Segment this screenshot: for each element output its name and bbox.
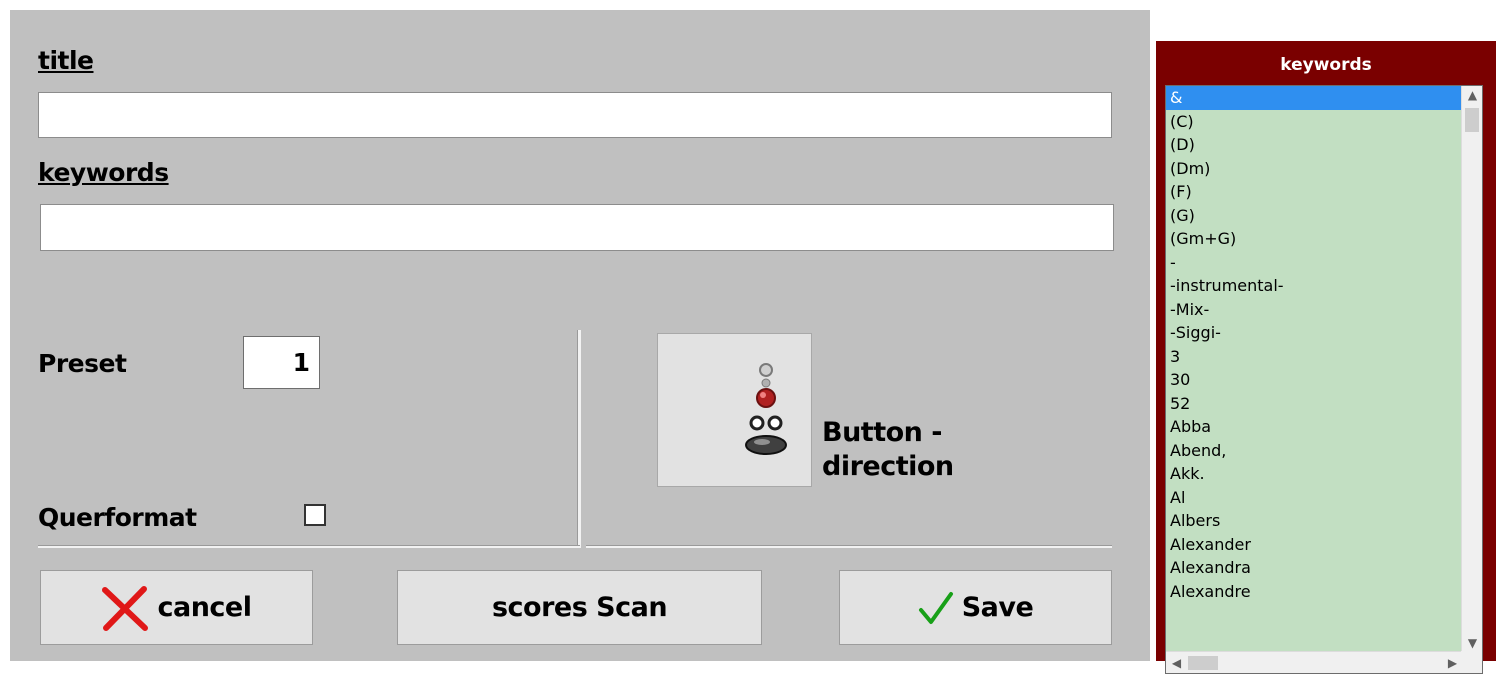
save-label: Save <box>961 592 1034 623</box>
scores-scan-button[interactable]: scores Scan <box>397 570 762 645</box>
button-direction-icon <box>745 363 787 455</box>
keyword-list-item[interactable]: -instrumental- <box>1166 274 1482 298</box>
direction-label-line2: direction <box>822 451 954 482</box>
save-button[interactable]: Save <box>839 570 1112 645</box>
keyword-list-item[interactable]: Akk. <box>1166 462 1482 486</box>
keyword-list-item[interactable]: (G) <box>1166 204 1482 228</box>
keyword-list-item[interactable]: Al <box>1166 486 1482 510</box>
preset-label: Preset <box>38 349 127 378</box>
keyword-list-item[interactable]: (Gm+G) <box>1166 227 1482 251</box>
horizontal-scroll-thumb[interactable] <box>1188 656 1218 670</box>
keywords-input[interactable] <box>40 204 1114 251</box>
scroll-up-icon[interactable]: ▲ <box>1462 88 1482 102</box>
keyword-list-item[interactable]: (C) <box>1166 110 1482 134</box>
keyword-list-item[interactable]: 30 <box>1166 368 1482 392</box>
keyword-list-item[interactable]: -Siggi- <box>1166 321 1482 345</box>
keyword-list-item[interactable]: Alexander <box>1166 533 1482 557</box>
keyword-list-item[interactable]: & <box>1166 86 1482 110</box>
direction-label: Button - direction <box>822 416 954 484</box>
keyword-list-item[interactable]: Abend, <box>1166 439 1482 463</box>
x-icon <box>102 585 149 631</box>
scroll-left-icon[interactable]: ◀ <box>1166 656 1187 670</box>
keyword-list-item[interactable]: 52 <box>1166 392 1482 416</box>
title-label: title <box>38 46 94 75</box>
checkmark-icon <box>918 591 953 624</box>
keyword-list-item[interactable]: 3 <box>1166 345 1482 369</box>
scroll-down-icon[interactable]: ▼ <box>1462 636 1482 650</box>
keywords-panel-title: keywords <box>1280 55 1372 75</box>
horizontal-divider-right <box>586 545 1112 548</box>
scroll-right-icon[interactable]: ▶ <box>1442 656 1463 670</box>
keyword-list-item[interactable]: (Dm) <box>1166 157 1482 181</box>
querformat-checkbox[interactable] <box>304 504 326 526</box>
keyword-list-item[interactable]: Albers <box>1166 509 1482 533</box>
keyword-list-item[interactable]: -Mix- <box>1166 298 1482 322</box>
keyword-list-item[interactable]: Alexandre <box>1166 580 1482 604</box>
keyword-list-item[interactable]: - <box>1166 251 1482 275</box>
keyword-list-item[interactable]: (D) <box>1166 133 1482 157</box>
direction-label-line1: Button - <box>822 417 942 448</box>
keywords-items: & (C) (D) (Dm) (F) (G) (Gm+G) - -instrumental- -M… <box>1166 86 1482 603</box>
keywords-label: keywords <box>38 158 169 187</box>
keyword-list-item[interactable]: (F) <box>1166 180 1482 204</box>
vertical-divider <box>577 330 581 548</box>
button-direction-button[interactable] <box>657 333 812 487</box>
horizontal-divider-left <box>38 545 580 548</box>
vertical-scroll-thumb[interactable] <box>1465 108 1479 132</box>
title-input[interactable] <box>38 92 1112 138</box>
preset-input[interactable]: 1 <box>243 336 320 389</box>
scores-scan-label: scores Scan <box>491 592 668 623</box>
vertical-scrollbar[interactable]: ▲ ▼ <box>1461 86 1482 652</box>
keyword-list-item[interactable]: Alexandra <box>1166 556 1482 580</box>
horizontal-scrollbar[interactable]: ◀ ▶ <box>1166 651 1463 673</box>
keywords-panel: keywords & (C) (D) (Dm) (F) (G) (Gm+G) - -instru… <box>1156 41 1496 674</box>
cancel-button[interactable]: cancel <box>40 570 313 645</box>
cancel-label: cancel <box>157 592 252 623</box>
scrollbar-corner <box>1461 651 1482 673</box>
querformat-label: Querformat <box>38 503 197 532</box>
keyword-list-item[interactable]: Abba <box>1166 415 1482 439</box>
keywords-list[interactable]: & (C) (D) (Dm) (F) (G) (Gm+G) - -instrumental- -M… <box>1165 85 1483 674</box>
